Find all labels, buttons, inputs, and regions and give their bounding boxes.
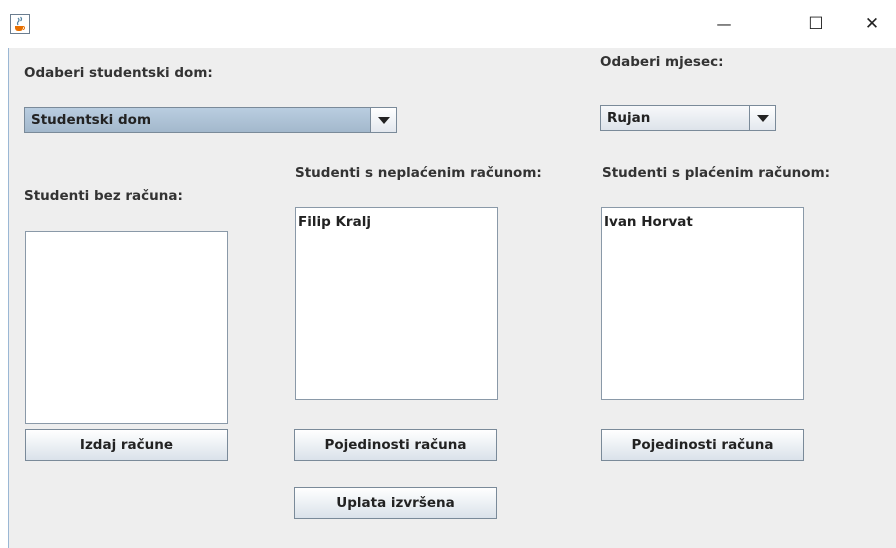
paid-bill-details-button[interactable]: Pojedinosti računa: [601, 429, 804, 461]
students-paid-label: Studenti s plaćenim računom:: [602, 165, 831, 181]
issue-bills-button[interactable]: Izdaj račune: [25, 429, 228, 461]
dorm-dropdown-button[interactable]: [370, 108, 396, 132]
window-frame-left: [0, 48, 9, 548]
students-paid-list[interactable]: Ivan Horvat: [601, 207, 804, 400]
close-button[interactable]: ✕: [852, 8, 892, 40]
students-without-bill-list[interactable]: [25, 231, 228, 424]
list-item[interactable]: Filip Kralj: [296, 208, 497, 230]
dorm-label: Odaberi studentski dom:: [24, 65, 213, 81]
maximize-icon: ☐: [808, 14, 824, 34]
close-icon: ✕: [864, 14, 880, 34]
students-unpaid-label: Studenti s neplaćenim računom:: [295, 165, 542, 181]
payment-done-button[interactable]: Uplata izvršena: [294, 487, 497, 519]
triangle-down-icon: [756, 114, 769, 122]
java-coffee-icon[interactable]: [10, 14, 30, 34]
month-label: Odaberi mjesec:: [600, 54, 724, 70]
students-without-bill-label: Studenti bez računa:: [24, 188, 183, 204]
month-selected-value: Rujan: [607, 110, 651, 126]
maximize-button[interactable]: ☐: [796, 8, 836, 40]
triangle-down-icon: [377, 116, 390, 124]
dorm-selected-value: Studentski dom: [31, 112, 152, 128]
dorm-combobox[interactable]: Studentski dom: [24, 107, 397, 133]
list-item[interactable]: Ivan Horvat: [602, 208, 803, 230]
month-dropdown-button[interactable]: [749, 106, 775, 130]
main-panel: Odaberi studentski dom: Studentski dom O…: [9, 48, 896, 548]
minimize-icon: —: [716, 15, 732, 33]
month-combobox[interactable]: Rujan: [600, 105, 776, 131]
minimize-button[interactable]: —: [704, 8, 744, 40]
students-unpaid-list[interactable]: Filip Kralj: [295, 207, 498, 400]
unpaid-bill-details-button[interactable]: Pojedinosti računa: [294, 429, 497, 461]
title-bar: — ☐ ✕: [0, 0, 896, 48]
